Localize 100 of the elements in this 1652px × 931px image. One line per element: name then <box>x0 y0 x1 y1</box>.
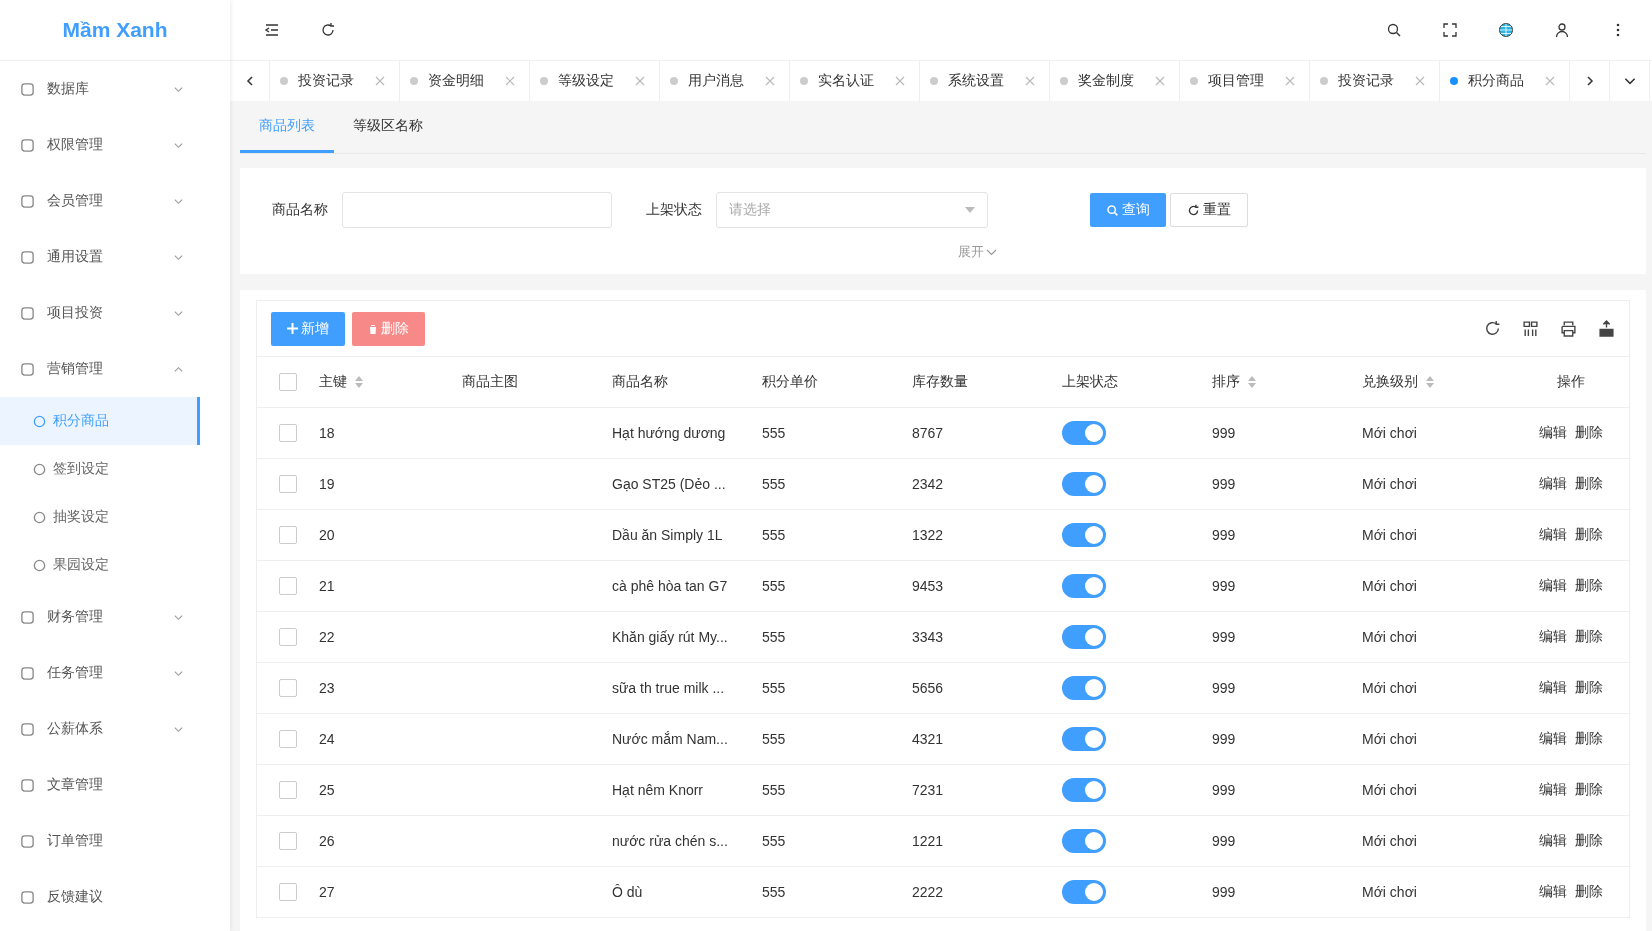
column-header[interactable]: 兑换级别 <box>1362 373 1434 391</box>
submenu-item[interactable]: 果园设定 <box>0 541 200 589</box>
sidebar-item[interactable]: 营销管理 <box>0 341 230 397</box>
table-cell: 999 <box>1212 527 1236 543</box>
content-tab[interactable]: 等级区名称 <box>334 101 442 153</box>
reset-button[interactable]: 重置 <box>1170 193 1248 227</box>
sidebar-item[interactable]: 任务管理 <box>0 645 230 701</box>
row-checkbox[interactable] <box>279 424 297 442</box>
page-tab[interactable]: 用户消息 <box>660 61 790 101</box>
row-checkbox[interactable] <box>279 526 297 544</box>
page-tab[interactable]: 投资记录 <box>270 61 400 101</box>
close-icon[interactable] <box>895 76 905 86</box>
delete-link[interactable]: 删除 <box>1574 832 1603 850</box>
sort-icon[interactable] <box>355 376 363 388</box>
sidebar-item[interactable]: 订单管理 <box>0 813 230 869</box>
table-cell: Ô dù <box>612 884 643 900</box>
sidebar-item[interactable]: 公薪体系 <box>0 701 230 757</box>
status-toggle[interactable] <box>1062 676 1106 700</box>
edit-link[interactable]: 编辑 <box>1538 628 1567 646</box>
sidebar-item[interactable]: 会员管理 <box>0 173 230 229</box>
delete-link[interactable]: 删除 <box>1574 424 1603 442</box>
close-icon[interactable] <box>375 76 385 86</box>
delete-link[interactable]: 删除 <box>1574 526 1603 544</box>
sidebar-item[interactable]: 数据库 <box>0 61 230 117</box>
status-toggle[interactable] <box>1062 625 1106 649</box>
menu-icon <box>20 193 35 209</box>
status-toggle[interactable] <box>1062 574 1106 598</box>
close-icon[interactable] <box>1415 76 1425 86</box>
page-tab[interactable]: 等级设定 <box>530 61 660 101</box>
row-checkbox[interactable] <box>279 577 297 595</box>
row-checkbox[interactable] <box>279 883 297 901</box>
status-toggle[interactable] <box>1062 880 1106 904</box>
columns-icon[interactable] <box>1522 320 1539 337</box>
column-header: 积分单价 <box>762 373 818 391</box>
page-tab[interactable]: 实名认证 <box>790 61 920 101</box>
search-icon[interactable] <box>1386 22 1402 38</box>
sidebar-item[interactable]: 文章管理 <box>0 757 230 813</box>
delete-link[interactable]: 删除 <box>1574 781 1603 799</box>
close-icon[interactable] <box>505 76 515 86</box>
edit-link[interactable]: 编辑 <box>1538 475 1567 493</box>
row-checkbox[interactable] <box>279 730 297 748</box>
refresh-icon[interactable] <box>320 22 336 38</box>
sort-icon[interactable] <box>1426 376 1434 388</box>
sidebar-item[interactable]: 反馈建议 <box>0 869 230 925</box>
delete-link[interactable]: 删除 <box>1574 628 1603 646</box>
menu-fold-icon[interactable] <box>264 22 280 38</box>
row-checkbox[interactable] <box>279 628 297 646</box>
user-icon[interactable] <box>1554 22 1570 38</box>
page-tab[interactable]: 系统设置 <box>920 61 1050 101</box>
close-icon[interactable] <box>1285 76 1295 86</box>
status-toggle[interactable] <box>1062 778 1106 802</box>
row-checkbox[interactable] <box>279 475 297 493</box>
export-icon[interactable] <box>1598 320 1615 337</box>
edit-link[interactable]: 编辑 <box>1538 424 1567 442</box>
column-header[interactable]: 主键 <box>319 373 363 391</box>
select-all-checkbox[interactable] <box>279 373 297 391</box>
submenu-item[interactable]: 签到设定 <box>0 445 200 493</box>
sidebar-item[interactable]: 财务管理 <box>0 589 230 645</box>
delete-link[interactable]: 删除 <box>1574 883 1603 901</box>
edit-link[interactable]: 编辑 <box>1538 883 1567 901</box>
page-tab[interactable]: 项目管理 <box>1180 61 1310 101</box>
page-tab[interactable]: 投资记录 <box>1310 61 1440 101</box>
name-input[interactable] <box>342 192 612 228</box>
sidebar-item[interactable]: 项目投资 <box>0 285 230 341</box>
submenu-item[interactable]: 抽奖设定 <box>0 493 200 541</box>
close-icon[interactable] <box>1155 76 1165 86</box>
delete-link[interactable]: 删除 <box>1574 679 1603 697</box>
row-checkbox[interactable] <box>279 832 297 850</box>
column-header[interactable]: 排序 <box>1212 373 1256 391</box>
delete-link[interactable]: 删除 <box>1574 577 1603 595</box>
page-tab[interactable]: 资金明细 <box>400 61 530 101</box>
sidebar-item[interactable]: 通用设置 <box>0 229 230 285</box>
status-toggle[interactable] <box>1062 829 1106 853</box>
field-label: 上架状态 <box>646 201 702 219</box>
edit-link[interactable]: 编辑 <box>1538 730 1567 748</box>
refresh-icon[interactable] <box>1484 320 1501 337</box>
sort-icon[interactable] <box>1248 376 1256 388</box>
edit-link[interactable]: 编辑 <box>1538 526 1567 544</box>
sidebar-item[interactable]: 权限管理 <box>0 117 230 173</box>
close-icon[interactable] <box>635 76 645 86</box>
status-toggle[interactable] <box>1062 472 1106 496</box>
edit-link[interactable]: 编辑 <box>1538 781 1567 799</box>
status-toggle[interactable] <box>1062 727 1106 751</box>
page-tab[interactable]: 奖金制度 <box>1050 61 1180 101</box>
print-icon[interactable] <box>1560 320 1577 337</box>
delete-link[interactable]: 删除 <box>1574 475 1603 493</box>
refresh-icon <box>1187 203 1200 217</box>
fullscreen-icon[interactable] <box>1442 22 1458 38</box>
status-toggle[interactable] <box>1062 523 1106 547</box>
row-checkbox[interactable] <box>279 679 297 697</box>
row-checkbox[interactable] <box>279 781 297 799</box>
status-toggle[interactable] <box>1062 421 1106 445</box>
globe-icon[interactable] <box>1498 22 1514 38</box>
close-icon[interactable] <box>1545 76 1555 86</box>
edit-link[interactable]: 编辑 <box>1538 577 1567 595</box>
edit-link[interactable]: 编辑 <box>1538 679 1567 697</box>
close-icon[interactable] <box>765 76 775 86</box>
edit-link[interactable]: 编辑 <box>1538 832 1567 850</box>
close-icon[interactable] <box>1025 76 1035 86</box>
delete-link[interactable]: 删除 <box>1574 730 1603 748</box>
